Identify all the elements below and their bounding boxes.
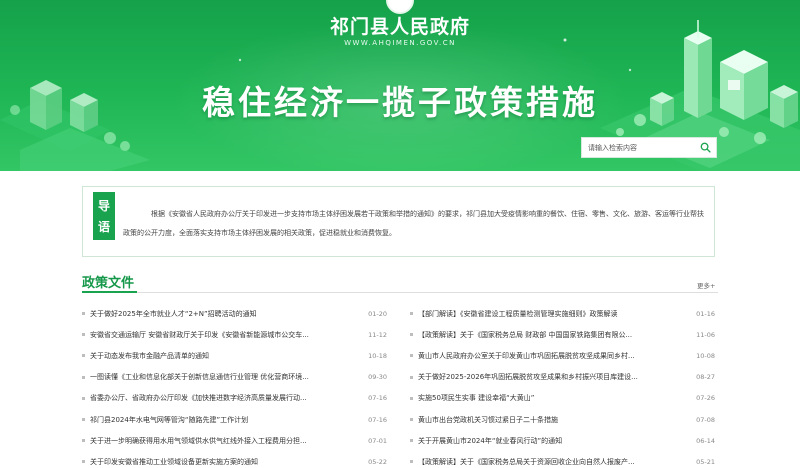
news-date: 10-08 (696, 351, 715, 360)
bullet-icon (410, 375, 413, 379)
news-item[interactable]: 关于动态发布我市金融产品清单的通知 10-18 (82, 345, 387, 366)
section-title: 政策文件 (82, 276, 135, 291)
news-title: 关于进一步明确获得用水用气领域供水供气红线外接入工程费用分担... (90, 436, 307, 445)
news-item[interactable]: 祁门县2024年水电气网等管沟“随路先建”工作计划 07-16 (82, 409, 387, 430)
news-title: 关于动态发布我市金融产品清单的通知 (90, 351, 209, 360)
news-date: 07-16 (368, 415, 387, 424)
section-divider (82, 291, 718, 293)
bullet-icon (82, 354, 85, 358)
news-title: 关于印发安徽省推动工业领域设备更新实施方案的通知 (90, 457, 258, 466)
news-date: 01-16 (696, 309, 715, 318)
banner-slogan: 稳住经济一揽子政策措施 (202, 83, 598, 122)
news-item[interactable]: 关于印发安徽省推动工业领域设备更新实施方案的通知 05-22 (82, 451, 387, 468)
bullet-icon (82, 460, 85, 464)
search-icon (700, 142, 711, 153)
news-title: 一图读懂《工业和信息化部关于创新信息通信行业管理 优化营商环境... (90, 373, 309, 382)
news-item[interactable]: 关于做好2025年全市就业人才“2+N”招聘活动的通知 01-20 (82, 303, 387, 324)
search-input[interactable] (582, 138, 694, 157)
news-title: 【政策解读】关于《国家税务总局 财政部 中国国家铁路集团有限公... (418, 330, 633, 339)
news-item[interactable]: 省委办公厅、省政府办公厅印发《加快推进数字经济高质量发展行动... 07-16 (82, 388, 387, 409)
news-item[interactable]: 【部门解读】《安徽省建设工程质量检测管理实施细则》政策解读 01-16 (410, 303, 715, 324)
site-domain: WWW.AHQIMEN.GOV.CN (344, 39, 456, 47)
bullet-icon (410, 354, 413, 358)
bullet-icon (82, 418, 85, 422)
news-item[interactable]: 关于进一步明确获得用水用气领域供水供气红线外接入工程费用分担... 07-01 (82, 430, 387, 451)
intro-tag-char-1: 导 (97, 199, 110, 213)
bullet-icon (410, 418, 413, 422)
site-title: 祁门县人民政府 (329, 16, 470, 38)
bullet-icon (410, 439, 413, 443)
news-date: 07-08 (696, 415, 715, 424)
intro-tag: 导 语 (93, 192, 115, 240)
news-title: 关于开展黄山市2024年“就业春风行动”的通知 (418, 436, 563, 445)
intro-box: 导 语 根据《安徽省人民政府办公厅关于印发进一步支持市场主体纾困发展若干政策和举… (82, 186, 715, 257)
news-item[interactable]: 【政策解读】关于《国家税务总局关于资源回收企业向自然人报废产... 05-21 (410, 451, 715, 468)
news-item[interactable]: 一图读懂《工业和信息化部关于创新信息通信行业管理 优化营商环境... 09-30 (82, 367, 387, 388)
news-date: 07-16 (368, 394, 387, 403)
news-date: 10-18 (368, 351, 387, 360)
bullet-icon (82, 439, 85, 443)
news-title: 实施50项民生实事 建设幸福“大黄山” (418, 394, 535, 403)
intro-tag-char-2: 语 (97, 220, 110, 234)
bullet-icon (82, 375, 85, 379)
bullet-icon (410, 460, 413, 464)
news-item[interactable]: 关于做好2025-2026年巩固拓展脱贫攻坚成果和乡村振兴项目库建设... 08-… (410, 367, 715, 388)
news-title: 黄山市人民政府办公室关于印发黄山市巩固拓展脱贫攻坚成果同乡村... (418, 351, 635, 360)
news-title: 安徽省交通运输厅 安徽省财政厅关于印发《安徽省新能源城市公交车... (90, 330, 309, 339)
news-title: 祁门县2024年水电气网等管沟“随路先建”工作计划 (90, 415, 249, 424)
news-item[interactable]: 黄山市出台党政机关习惯过紧日子二十条措施 07-08 (410, 409, 715, 430)
news-date: 08-27 (696, 373, 715, 382)
more-link[interactable]: 更多+ (697, 280, 715, 290)
news-date: 07-01 (368, 436, 387, 445)
search-box (581, 137, 717, 158)
news-item[interactable]: 【政策解读】关于《国家税务总局 财政部 中国国家铁路集团有限公... 11-06 (410, 324, 715, 345)
news-date: 07-26 (696, 394, 715, 403)
news-item[interactable]: 黄山市人民政府办公室关于印发黄山市巩固拓展脱贫攻坚成果同乡村... 10-08 (410, 345, 715, 366)
bullet-icon (82, 396, 85, 400)
news-date: 01-20 (368, 309, 387, 318)
news-title: 【政策解读】关于《国家税务总局关于资源回收企业向自然人报废产... (418, 457, 635, 466)
intro-text: 根据《安徽省人民政府办公厅关于印发进一步支持市场主体纾困发展若干政策和举措的通知… (123, 210, 704, 237)
news-list-left: 关于做好2025年全市就业人才“2+N”招聘活动的通知 01-20 安徽省交通运输… (82, 303, 387, 468)
news-title: 黄山市出台党政机关习惯过紧日子二十条措施 (418, 415, 558, 424)
news-item[interactable]: 安徽省交通运输厅 安徽省财政厅关于印发《安徽省新能源城市公交车... 11-12 (82, 324, 387, 345)
news-date: 11-06 (696, 330, 715, 339)
bullet-icon (410, 312, 413, 316)
bullet-icon (410, 396, 413, 400)
bullet-icon (410, 333, 413, 337)
news-date: 06-14 (696, 436, 715, 445)
news-item[interactable]: 关于开展黄山市2024年“就业春风行动”的通知 06-14 (410, 430, 715, 451)
header-banner: 祁门县人民政府 WWW.AHQIMEN.GOV.CN 稳住经济一揽子政策措施 (0, 0, 800, 171)
bullet-icon (82, 333, 85, 337)
news-date: 11-12 (368, 330, 387, 339)
news-date: 05-22 (368, 457, 387, 466)
search-button[interactable] (694, 138, 716, 157)
news-date: 05-21 (696, 457, 715, 466)
news-title: 关于做好2025年全市就业人才“2+N”招聘活动的通知 (90, 309, 257, 318)
news-date: 09-30 (368, 373, 387, 382)
news-title: 【部门解读】《安徽省建设工程质量检测管理实施细则》政策解读 (418, 309, 618, 318)
bullet-icon (82, 312, 85, 316)
news-item[interactable]: 实施50项民生实事 建设幸福“大黄山” 07-26 (410, 388, 715, 409)
news-list-right: 【部门解读】《安徽省建设工程质量检测管理实施细则》政策解读 01-16 【政策解读… (410, 303, 715, 468)
news-title: 省委办公厅、省政府办公厅印发《加快推进数字经济高质量发展行动... (90, 394, 307, 403)
news-title: 关于做好2025-2026年巩固拓展脱贫攻坚成果和乡村振兴项目库建设... (418, 373, 638, 382)
